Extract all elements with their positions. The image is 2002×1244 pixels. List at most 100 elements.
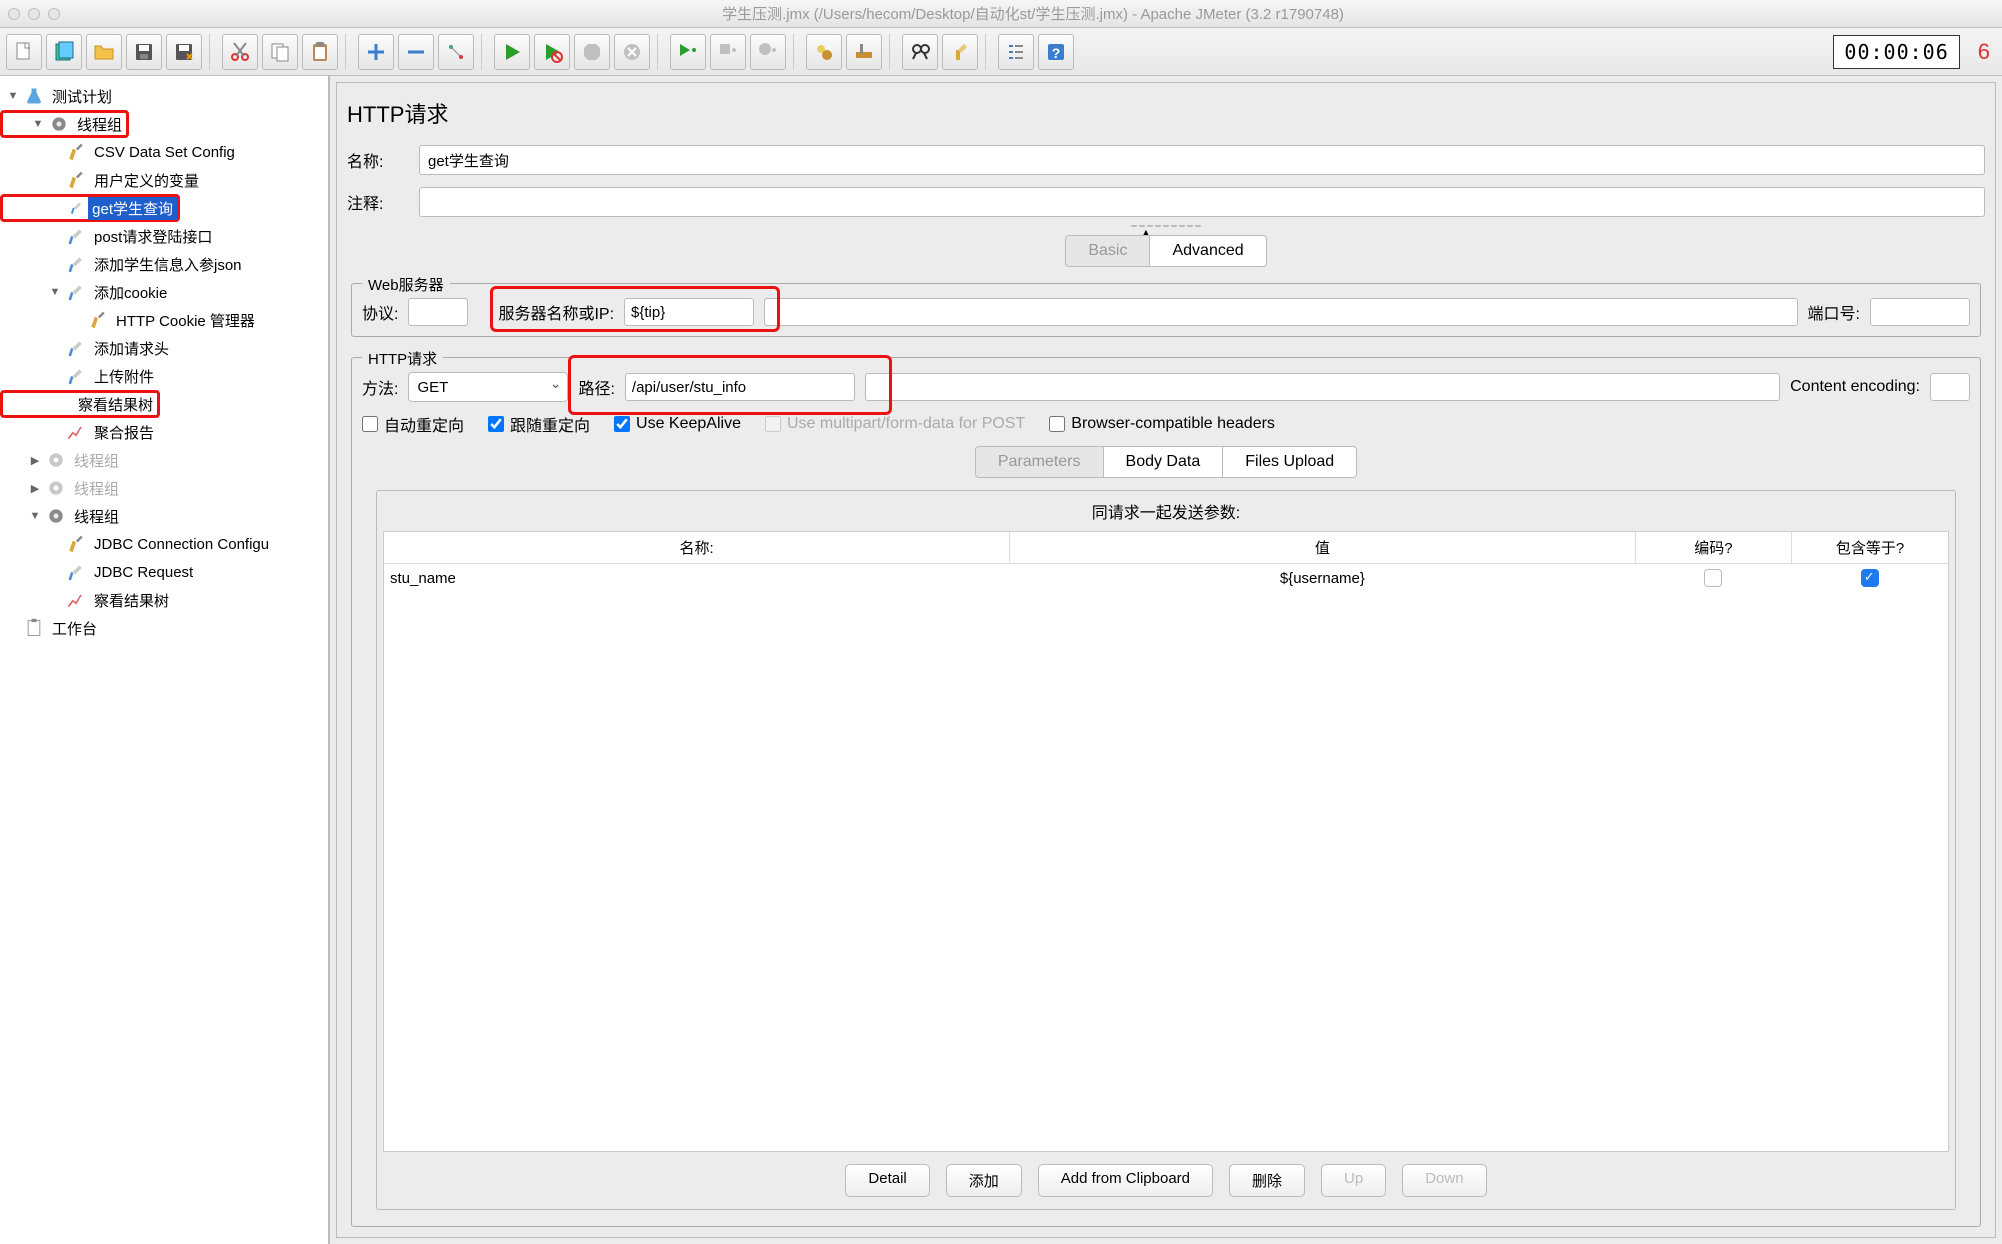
titlebar: 学生压测.jmx (/Users/hecom/Desktop/自动化st/学生压…	[0, 0, 2002, 28]
test-plan-tree[interactable]: ▼ 测试计划 ▼ 线程组 CSV Data Set Conf	[0, 76, 330, 1244]
tree-threadgroup-4[interactable]: ▼线程组	[0, 502, 328, 530]
tab-advanced[interactable]: Advanced	[1150, 235, 1266, 267]
paste-button[interactable]	[302, 34, 338, 70]
editor-panel: HTTP请求 名称: 注释: ▲ Basic Advanced Web服务器	[330, 76, 2002, 1244]
tree-item[interactable]: ▼添加cookie	[0, 278, 328, 306]
tree-item[interactable]: 上传附件	[0, 362, 328, 390]
btn-down[interactable]: Down	[1402, 1164, 1486, 1197]
web-server-legend: Web服务器	[362, 274, 450, 295]
tab-parameters[interactable]: Parameters	[975, 446, 1104, 478]
tree-threadgroup-2[interactable]: ▶线程组	[0, 446, 328, 474]
minimize-icon[interactable]	[28, 8, 40, 20]
gear-icon	[46, 506, 66, 526]
collapse-button[interactable]	[398, 34, 434, 70]
open-button[interactable]	[86, 34, 122, 70]
start-button[interactable]	[494, 34, 530, 70]
btn-up[interactable]: Up	[1321, 1164, 1386, 1197]
cut-button[interactable]	[222, 34, 258, 70]
btn-detail[interactable]: Detail	[845, 1164, 929, 1197]
btn-add-clipboard[interactable]: Add from Clipboard	[1038, 1164, 1213, 1197]
server-extra-input[interactable]	[764, 298, 1798, 326]
tab-basic[interactable]: Basic	[1065, 235, 1150, 267]
save-button[interactable]	[126, 34, 162, 70]
tree-item-results[interactable]: 察看结果树	[0, 390, 160, 418]
window-controls[interactable]	[8, 8, 60, 20]
toolbar: ? 00:00:06 6	[0, 28, 2002, 76]
table-row[interactable]: stu_name${username}	[384, 564, 1948, 593]
expand-icon[interactable]: ▶	[28, 454, 42, 467]
save-as-button[interactable]	[166, 34, 202, 70]
port-input[interactable]	[1870, 298, 1970, 326]
name-input[interactable]	[419, 145, 1985, 175]
method-select[interactable]: GET	[408, 372, 568, 402]
tree-item[interactable]: 用户定义的变量	[0, 166, 328, 194]
tree-item[interactable]: CSV Data Set Config	[0, 138, 328, 166]
reset-search-button[interactable]	[942, 34, 978, 70]
start-no-timers-button[interactable]	[534, 34, 570, 70]
encoding-label: Content encoding:	[1790, 378, 1920, 396]
search-button[interactable]	[902, 34, 938, 70]
params-tabs: Parameters Body Data Files Upload	[362, 446, 1970, 478]
params-table[interactable]: 名称: 值 编码? 包含等于? stu_name${username}	[383, 531, 1949, 1152]
tree-item[interactable]: 聚合报告	[0, 418, 328, 446]
tab-body-data[interactable]: Body Data	[1104, 446, 1224, 478]
chk-browser-headers[interactable]: Browser-compatible headers	[1049, 415, 1275, 433]
encode-checkbox[interactable]	[1704, 569, 1722, 587]
close-icon[interactable]	[8, 8, 20, 20]
config-icon	[66, 170, 86, 190]
tree-root[interactable]: ▼ 测试计划	[0, 82, 328, 110]
chk-keepalive[interactable]: Use KeepAlive	[614, 415, 741, 433]
sampler-icon	[66, 338, 86, 358]
expand-icon[interactable]: ▼	[48, 286, 62, 298]
function-helper-button[interactable]	[998, 34, 1034, 70]
clear-all-button[interactable]	[846, 34, 882, 70]
web-server-fieldset: Web服务器 协议: 服务器名称或IP: 端口号:	[351, 283, 1981, 337]
remote-shutdown-button[interactable]	[750, 34, 786, 70]
shutdown-button[interactable]	[614, 34, 650, 70]
btn-delete[interactable]: 删除	[1229, 1164, 1305, 1197]
btn-add[interactable]: 添加	[946, 1164, 1022, 1197]
chk-auto-redirect[interactable]: 自动重定向	[362, 412, 464, 436]
tree-item[interactable]: 察看结果树	[0, 586, 328, 614]
server-input[interactable]	[624, 298, 754, 326]
col-name: 名称:	[384, 532, 1010, 564]
expand-icon[interactable]: ▼	[28, 510, 42, 522]
help-button[interactable]: ?	[1038, 34, 1074, 70]
clear-button[interactable]	[806, 34, 842, 70]
split-handle[interactable]: ▲	[337, 223, 1995, 229]
remote-start-button[interactable]	[670, 34, 706, 70]
tree-item-selected[interactable]: get学生查询	[0, 194, 180, 222]
protocol-input[interactable]	[408, 298, 468, 326]
zoom-icon[interactable]	[48, 8, 60, 20]
tree-threadgroup-1[interactable]: ▼ 线程组	[0, 110, 129, 138]
expand-icon[interactable]: ▼	[6, 90, 20, 102]
chk-follow-redirect[interactable]: 跟随重定向	[488, 412, 590, 436]
equals-checkbox[interactable]	[1861, 569, 1879, 587]
new-file-button[interactable]	[6, 34, 42, 70]
expand-button[interactable]	[358, 34, 394, 70]
path-extra-input[interactable]	[865, 373, 1780, 401]
tree-item[interactable]: JDBC Connection Configu	[0, 530, 328, 558]
copy-button[interactable]	[262, 34, 298, 70]
encoding-input[interactable]	[1930, 373, 1970, 401]
comment-input[interactable]	[419, 187, 1985, 217]
stop-button[interactable]	[574, 34, 610, 70]
tree-item[interactable]: HTTP Cookie 管理器	[0, 306, 328, 334]
path-label: 路径:	[578, 375, 614, 399]
tree-item[interactable]: post请求登陆接口	[0, 222, 328, 250]
toggle-button[interactable]	[438, 34, 474, 70]
expand-icon[interactable]: ▶	[28, 482, 42, 495]
http-legend: HTTP请求	[362, 348, 443, 369]
chart-icon	[69, 394, 70, 414]
expand-icon[interactable]: ▼	[31, 118, 45, 130]
chart-icon	[66, 422, 86, 442]
tree-item[interactable]: 添加请求头	[0, 334, 328, 362]
tree-item[interactable]: JDBC Request	[0, 558, 328, 586]
tab-files-upload[interactable]: Files Upload	[1223, 446, 1357, 478]
tree-threadgroup-3[interactable]: ▶线程组	[0, 474, 328, 502]
path-input[interactable]	[625, 373, 855, 401]
remote-stop-button[interactable]	[710, 34, 746, 70]
tree-workbench[interactable]: 工作台	[0, 614, 328, 642]
tree-item[interactable]: 添加学生信息入参json	[0, 250, 328, 278]
templates-button[interactable]	[46, 34, 82, 70]
